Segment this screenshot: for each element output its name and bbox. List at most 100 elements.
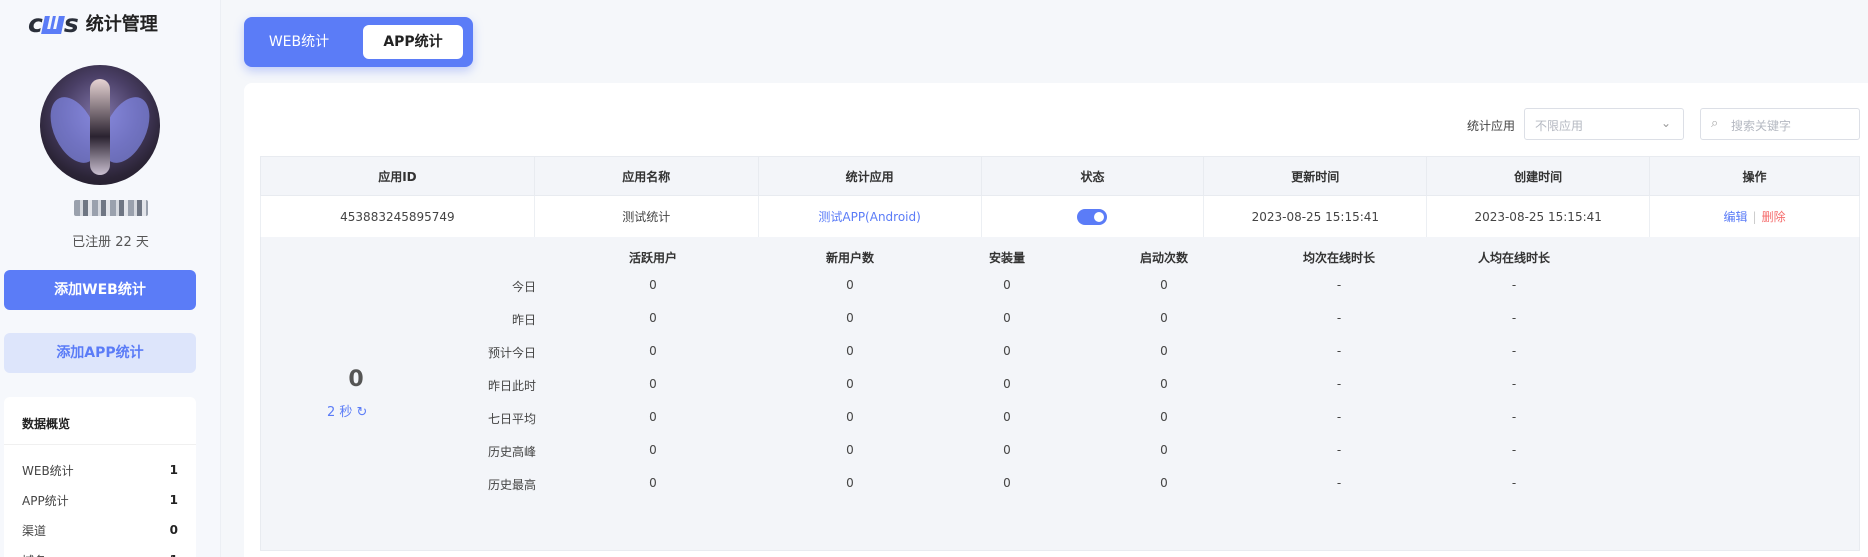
tab-app-stat[interactable]: APP统计 xyxy=(363,25,463,59)
overview-item-value: 1 xyxy=(169,493,178,507)
select-placeholder: 不限应用 xyxy=(1535,119,1584,133)
stats-cell: 0 xyxy=(1003,410,1011,424)
cell-updated: 2023-08-25 15:15:41 xyxy=(1203,195,1428,238)
stats-cell: 0 xyxy=(1160,476,1168,490)
refresh-icon: ↻ xyxy=(356,405,368,420)
stats-column-header: 活跃用户 xyxy=(628,251,677,265)
stats-row-label: 预计今日 xyxy=(487,346,536,360)
add-web-stat-button[interactable]: 添加WEB统计 xyxy=(4,270,196,310)
column-header: 更新时间 xyxy=(1203,156,1428,196)
refresh-countdown: 2 秒 xyxy=(327,405,353,420)
column-header: 创建时间 xyxy=(1426,156,1651,196)
stats-cell: - xyxy=(1336,344,1342,358)
stats-cell: - xyxy=(1336,410,1342,424)
logo-mark-icon: cs xyxy=(28,8,79,38)
delete-link[interactable]: 删除 xyxy=(1762,210,1786,224)
overview-item: WEB统计 1 xyxy=(4,455,196,485)
stats-row-label: 昨日 xyxy=(511,313,536,327)
edit-link[interactable]: 编辑 xyxy=(1724,210,1748,224)
stats-cell: - xyxy=(1511,476,1517,490)
stat-type-tabs: WEB统计 APP统计 xyxy=(244,17,473,67)
cell-stat-app[interactable]: 测试APP(Android) xyxy=(757,195,982,238)
column-header: 状态 xyxy=(980,156,1205,196)
chevron-down-icon: ⌄ xyxy=(1660,116,1671,130)
stats-column-header: 新用户数 xyxy=(825,251,874,265)
search-icon: ⌕ xyxy=(1711,116,1719,131)
stats-cell: - xyxy=(1511,443,1517,457)
stats-cell: 0 xyxy=(846,311,854,325)
column-header: 操作 xyxy=(1649,156,1860,196)
stats-cell: 0 xyxy=(649,476,657,490)
app-stat-table: 应用ID 应用名称 统计应用 状态 更新时间 创建时间 操作 453883245895749… xyxy=(260,156,1860,238)
stats-cell: 0 xyxy=(649,278,657,292)
stats-cell: 0 xyxy=(1160,311,1168,325)
stat-app-link[interactable]: 测试APP(Android) xyxy=(818,210,920,224)
user-name-blurred xyxy=(0,200,221,220)
avatar[interactable] xyxy=(40,65,160,185)
status-toggle[interactable] xyxy=(1077,208,1108,225)
stats-cell: - xyxy=(1336,377,1342,391)
cell-status xyxy=(980,195,1205,238)
overview-item-value: 1 xyxy=(170,553,178,557)
stats-cell: 0 xyxy=(1160,278,1168,292)
logo[interactable]: cs 统计管理 xyxy=(28,8,158,38)
stats-cell: - xyxy=(1511,311,1517,325)
stats-column-header: 均次在线时长 xyxy=(1302,251,1375,265)
registered-days: 已注册 22 天 xyxy=(72,235,149,250)
stats-cell: 0 xyxy=(649,443,657,457)
stats-cell: 0 xyxy=(846,410,854,424)
overview-item: APP统计 1 xyxy=(4,485,196,515)
stats-cell: 0 xyxy=(649,410,657,424)
table-header-row: 应用ID 应用名称 统计应用 状态 更新时间 创建时间 操作 xyxy=(260,156,1860,196)
cell-app-id: 453883245895749 xyxy=(260,195,535,238)
stats-row-label: 历史最高 xyxy=(487,478,536,492)
overview-item: 渠道 0 xyxy=(4,515,196,545)
stats-cell: 0 xyxy=(649,377,657,391)
stats-cell: 0 xyxy=(1160,344,1168,358)
tab-web-stat[interactable]: WEB统计 xyxy=(260,25,338,59)
refresh-indicator[interactable]: 2 秒 ↻ xyxy=(327,401,367,420)
search-placeholder: 搜索关键字 xyxy=(1731,119,1792,133)
stats-cell: 0 xyxy=(649,344,657,358)
overview-item-label: 渠道 xyxy=(22,523,47,538)
stats-cell: 0 xyxy=(1003,443,1011,457)
stats-cell: 0 xyxy=(649,311,657,325)
stats-cell: - xyxy=(1336,311,1342,325)
cell-app-name: 测试统计 xyxy=(533,195,759,238)
stats-cell: 0 xyxy=(1160,377,1168,391)
overview-item-label: 域名 xyxy=(22,552,46,557)
stats-cell: - xyxy=(1336,476,1342,490)
data-overview-panel: 数据概览 WEB统计 1 APP统计 1 渠道 0 域名 1 xyxy=(4,397,196,557)
table-row: 453883245895749 测试统计 测试APP(Android) 2023… xyxy=(260,195,1860,238)
stats-cell: 0 xyxy=(1160,443,1168,457)
stats-cell: - xyxy=(1511,344,1517,358)
cell-actions: 编辑 | 删除 xyxy=(1649,195,1860,238)
stats-cell: - xyxy=(1336,443,1342,457)
stats-cell: - xyxy=(1511,377,1517,391)
stats-cell: - xyxy=(1336,278,1342,292)
app-title: 统计管理 xyxy=(85,14,158,35)
stats-row-label: 历史高峰 xyxy=(487,445,536,459)
stats-cell: - xyxy=(1511,410,1517,424)
stats-column-header: 启动次数 xyxy=(1139,251,1188,265)
stats-row-label: 七日平均 xyxy=(487,412,536,426)
overview-title: 数据概览 xyxy=(4,397,196,445)
stats-cell: 0 xyxy=(1160,410,1168,424)
stats-cell: 0 xyxy=(1003,344,1011,358)
stats-cell: 0 xyxy=(1003,476,1011,490)
stats-cell: 0 xyxy=(846,443,854,457)
stat-app-select[interactable]: 不限应用 ⌄ xyxy=(1524,108,1684,140)
stats-cell: 0 xyxy=(846,344,854,358)
search-input[interactable]: ⌕ 搜索关键字 xyxy=(1700,108,1860,140)
stats-cell: 0 xyxy=(1003,278,1011,292)
stat-app-filter-label: 统计应用 xyxy=(1467,119,1516,133)
stats-cell: 0 xyxy=(846,278,854,292)
overview-item-value: 1 xyxy=(169,463,178,477)
stats-row-label: 昨日此时 xyxy=(487,379,536,393)
stats-cell: 0 xyxy=(1003,311,1011,325)
stats-cell: - xyxy=(1511,278,1517,292)
column-header: 应用ID xyxy=(260,156,535,196)
add-app-stat-button[interactable]: 添加APP统计 xyxy=(4,333,196,373)
overview-item-label: WEB统计 xyxy=(22,463,74,478)
column-header: 统计应用 xyxy=(757,156,982,196)
